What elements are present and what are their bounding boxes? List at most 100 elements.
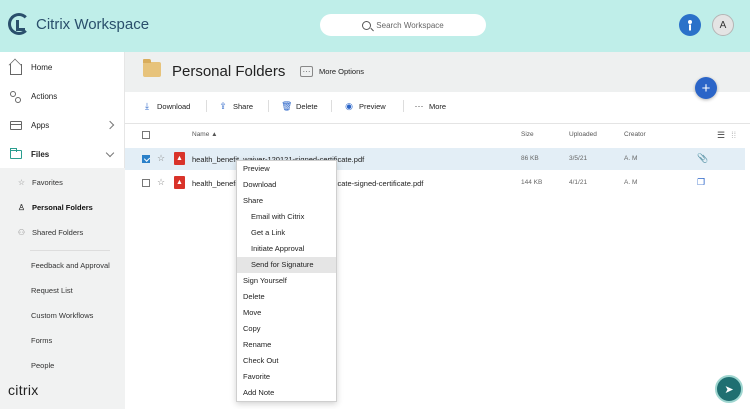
context-menu: Preview Download Share Email with Citrix… <box>236 160 337 402</box>
star-icon[interactable]: ☆ <box>157 153 165 164</box>
avatar[interactable]: A <box>712 14 734 36</box>
sidebar-item-forms[interactable]: Forms <box>31 336 52 345</box>
share-label: Share <box>233 101 254 111</box>
more-options-label: More Options <box>319 67 365 76</box>
avatar-initial: A <box>719 19 727 31</box>
file-uploaded: 3/5/21 <box>569 155 588 162</box>
assistant-button[interactable]: ➤ <box>715 375 743 403</box>
sidebar-item-label: Actions <box>31 91 58 101</box>
more-options-button[interactable]: ··· More Options <box>300 66 364 77</box>
table-header: Name ▲ Size Uploaded Creator ☰ ⁞⁞ <box>125 126 750 144</box>
chevron-down-icon <box>105 148 115 158</box>
home-icon <box>10 63 22 75</box>
menu-item-add-note[interactable]: Add Note <box>237 385 336 401</box>
main-content: Personal Folders ··· More Options + ⤓ Do… <box>125 52 750 409</box>
app-title: Citrix Workspace <box>36 15 150 33</box>
share-icon: ⇪ <box>219 100 227 111</box>
column-header-size[interactable]: Size <box>521 131 534 138</box>
more-dots-icon: ··· <box>300 66 313 77</box>
column-header-uploaded[interactable]: Uploaded <box>569 131 597 138</box>
eye-icon: ◉ <box>345 100 353 111</box>
brand[interactable]: Citrix Workspace <box>8 13 149 35</box>
sidebar-item-feedback-and-approval[interactable]: Feedback and Approval <box>31 261 110 270</box>
sidebar-item-shared-folders[interactable]: ⚇ Shared Folders <box>0 220 125 244</box>
grid-view-icon[interactable]: ⁞⁞ <box>731 130 736 141</box>
view-toggle: ☰ ⁞⁞ <box>717 130 736 141</box>
sidebar-item-people[interactable]: People <box>31 361 54 370</box>
folder-icon <box>143 59 161 77</box>
share-button[interactable]: ⇪ Share <box>218 96 253 116</box>
menu-item-rename[interactable]: Rename <box>237 337 336 353</box>
page-title: Personal Folders <box>172 63 286 80</box>
top-bar: Citrix Workspace Search Workspace A <box>0 0 750 52</box>
column-header-name[interactable]: Name ▲ <box>192 131 218 138</box>
more-label: More <box>429 101 447 111</box>
table-row[interactable]: ☆ ▲ health_benefit_waiver-120121-signed-… <box>125 148 745 170</box>
more-dots-icon: ··· <box>414 101 424 111</box>
toolbar-separator <box>206 100 207 112</box>
menu-item-check-out[interactable]: Check Out <box>237 353 336 369</box>
sidebar-item-custom-workflows[interactable]: Custom Workflows <box>31 311 93 320</box>
sidebar-item-label: Personal Folders <box>32 202 93 212</box>
star-icon[interactable]: ☆ <box>157 177 165 188</box>
menu-item-download[interactable]: Download <box>237 177 336 193</box>
person-pin-button[interactable] <box>679 14 701 36</box>
sidebar-item-home[interactable]: Home <box>0 53 125 81</box>
sidebar-item-apps[interactable]: Apps <box>0 111 125 139</box>
menu-item-preview[interactable]: Preview <box>237 161 336 177</box>
menu-item-email-with-citrix[interactable]: Email with Citrix <box>237 209 336 225</box>
download-button[interactable]: ⤓ Download <box>142 96 190 116</box>
trash-icon: 🗑 <box>281 100 293 111</box>
folder-header: Personal Folders ··· More Options <box>125 52 750 92</box>
chevron-right-icon <box>105 120 115 130</box>
menu-item-copy[interactable]: Copy <box>237 321 336 337</box>
sidebar-item-label: Home <box>31 62 53 72</box>
sidebar-item-label: Favorites <box>32 177 63 187</box>
plus-icon: + <box>701 79 711 97</box>
toolbar-separator <box>403 100 404 112</box>
divider <box>30 250 110 251</box>
row-checkbox[interactable] <box>142 155 150 163</box>
pdf-icon: ▲ <box>174 152 185 165</box>
sidebar-item-request-list[interactable]: Request List <box>31 286 73 295</box>
toolbar-separator <box>331 100 332 112</box>
download-icon: ⤓ <box>145 100 149 111</box>
preview-label: Preview <box>359 101 386 111</box>
preview-button[interactable]: ◉ Preview <box>344 96 386 116</box>
sidebar-item-personal-folders[interactable]: ♙ Personal Folders <box>0 195 125 219</box>
pdf-icon: ▲ <box>174 176 185 189</box>
file-uploaded: 4/1/21 <box>569 179 588 186</box>
citrix-logo-icon <box>8 13 30 35</box>
search-input[interactable]: Search Workspace <box>320 14 486 36</box>
table-row[interactable]: ☆ ▲ health_benefit_waiver-120121-signed-… <box>125 172 745 194</box>
row-checkbox[interactable] <box>142 179 150 187</box>
menu-item-sign-yourself[interactable]: Sign Yourself <box>237 273 336 289</box>
sidebar: Home Actions Apps Files ☆ Favorites ♙ Pe… <box>0 52 125 409</box>
sidebar-item-favorites[interactable]: ☆ Favorites <box>0 170 125 194</box>
select-all-checkbox[interactable] <box>142 131 150 139</box>
sidebar-item-files[interactable]: Files <box>0 140 125 168</box>
menu-item-get-a-link[interactable]: Get a Link <box>237 225 336 241</box>
column-header-creator[interactable]: Creator <box>624 131 646 138</box>
search-placeholder: Search Workspace <box>376 20 444 30</box>
list-view-icon[interactable]: ☰ <box>717 130 725 141</box>
menu-item-share[interactable]: Share <box>237 193 336 209</box>
delete-button[interactable]: 🗑 Delete <box>281 96 318 116</box>
menu-item-delete[interactable]: Delete <box>237 289 336 305</box>
menu-item-favorite[interactable]: Favorite <box>237 369 336 385</box>
toolbar-separator <box>268 100 269 112</box>
citrix-wordmark-logo: citrix <box>8 382 39 398</box>
file-creator: A. M <box>624 155 638 162</box>
sidebar-item-label: Apps <box>31 120 50 130</box>
file-size: 86 KB <box>521 155 539 162</box>
person-pin-icon <box>688 20 692 31</box>
menu-item-move[interactable]: Move <box>237 305 336 321</box>
paperclip-icon[interactable]: 📎 <box>697 153 708 164</box>
menu-item-send-for-signature[interactable]: Send for Signature <box>237 257 336 273</box>
menu-item-initiate-approval[interactable]: Initiate Approval <box>237 241 336 257</box>
copy-icon[interactable]: ❐ <box>697 177 705 188</box>
sidebar-item-actions[interactable]: Actions <box>0 82 125 110</box>
file-size: 144 KB <box>521 179 543 186</box>
more-button[interactable]: ··· More <box>414 96 447 116</box>
toolbar: ⤓ Download ⇪ Share 🗑 Delete ◉ Preview ··… <box>125 96 750 116</box>
